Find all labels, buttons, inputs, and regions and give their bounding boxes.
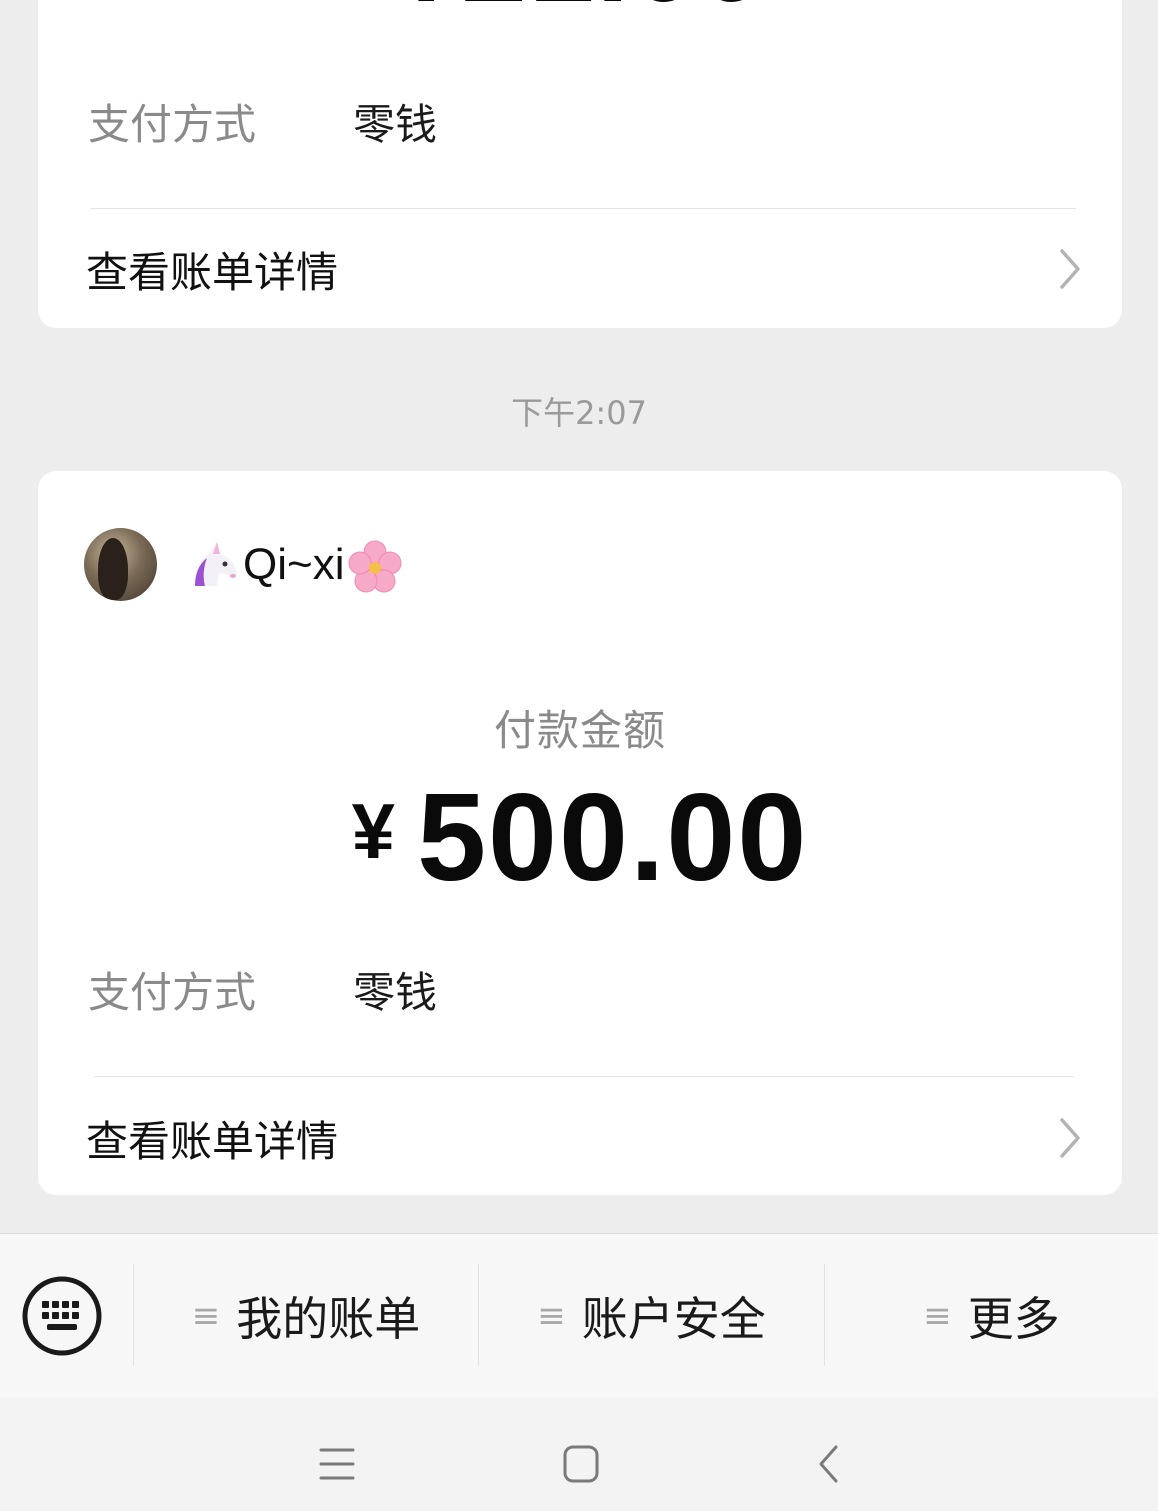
currency-symbol: ¥ — [351, 787, 396, 875]
payment-method-row: 支付方式 零钱 — [88, 91, 437, 151]
message-timestamp: 下午2:07 — [511, 394, 647, 432]
back-icon[interactable] — [816, 1444, 842, 1488]
amount-value: 500.00 — [417, 769, 809, 907]
recents-icon[interactable] — [318, 1444, 356, 1488]
menu-lines-icon: ≡ — [191, 1296, 221, 1336]
home-icon[interactable] — [562, 1444, 600, 1488]
payment-amount-label: 付款金额 — [493, 706, 666, 755]
keyboard-icon[interactable] — [22, 1276, 102, 1356]
payment-method-label: 支付方式 — [88, 967, 257, 1017]
divider — [90, 208, 1076, 209]
menu-my-bills[interactable]: ≡ 我的账单 — [134, 1234, 478, 1398]
divider — [94, 1076, 1074, 1077]
view-bill-details-label: 查看账单详情 — [86, 1116, 339, 1166]
payment-method-row: 支付方式 零钱 — [88, 959, 437, 1019]
payee-row: Qi~xi — [84, 528, 402, 601]
view-bill-details-link[interactable]: 查看账单详情 — [86, 234, 1082, 304]
payment-method-value: 零钱 — [353, 99, 438, 149]
payment-amount: ¥500.00 — [38, 776, 1122, 900]
view-bill-details-link[interactable]: 查看账单详情 — [86, 1103, 1082, 1173]
cherry-blossom-icon — [346, 538, 402, 592]
payment-method-label: 支付方式 — [88, 99, 257, 149]
menu-label: 账户安全 — [581, 1292, 766, 1346]
menu-lines-icon: ≡ — [923, 1296, 952, 1336]
menu-label: 更多 — [967, 1292, 1060, 1346]
unicorn-icon — [187, 538, 241, 592]
avatar[interactable] — [84, 528, 157, 601]
chevron-right-icon — [1058, 248, 1082, 290]
menu-account-security[interactable]: ≡ 账户安全 — [479, 1234, 824, 1398]
payee-name-text: Qi~xi — [243, 539, 345, 589]
transaction-card[interactable]: Qi~xi 付款金额 ¥500.00 支付方式 零钱 查看账单详情 — [38, 471, 1122, 1195]
menu-label: 我的账单 — [236, 1292, 421, 1346]
amount-partial: ¥21.00 — [38, 0, 1122, 20]
system-navigation-bar — [0, 1398, 1158, 1511]
menu-lines-icon: ≡ — [537, 1296, 566, 1336]
payment-method-value: 零钱 — [353, 967, 438, 1017]
chevron-right-icon — [1058, 1117, 1082, 1159]
payee-name: Qi~xi — [187, 538, 402, 592]
transaction-card-previous: ¥21.00 支付方式 零钱 查看账单详情 — [38, 0, 1122, 328]
view-bill-details-label: 查看账单详情 — [86, 247, 339, 297]
menu-more[interactable]: ≡ 更多 — [825, 1234, 1158, 1398]
service-menu-bar: ≡ 我的账单 ≡ 账户安全 ≡ 更多 — [0, 1233, 1158, 1399]
